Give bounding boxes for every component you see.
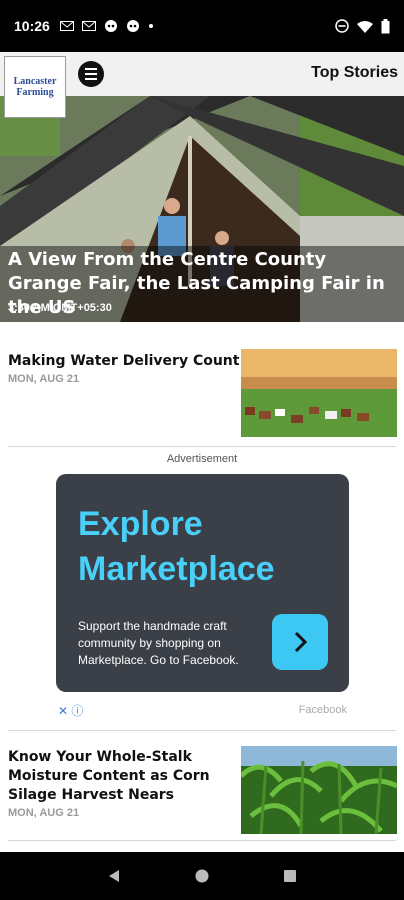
chevron-right-icon bbox=[294, 631, 308, 653]
hero-timestamp: 3:30 AM GMT+05:30 bbox=[8, 302, 112, 314]
menu-icon bbox=[85, 78, 97, 80]
ad-headline-line: Marketplace bbox=[78, 550, 275, 588]
back-icon[interactable] bbox=[106, 868, 122, 884]
menu-icon bbox=[85, 68, 97, 70]
lancaster-farming-logo[interactable]: Lancaster Farming bbox=[4, 56, 66, 118]
home-icon[interactable] bbox=[194, 868, 210, 884]
cows-pasture-photo bbox=[241, 349, 397, 437]
ad-headline-line: Explore bbox=[78, 505, 203, 543]
status-time: 10:26 bbox=[14, 18, 50, 34]
list-item[interactable]: Know Your Whole-Stalk Moisture Content a… bbox=[8, 748, 236, 819]
ad-footer: ✕ ⓘ Facebook bbox=[56, 702, 349, 718]
app-header: Lancaster Farming Top Stories bbox=[0, 52, 404, 118]
divider bbox=[8, 840, 396, 841]
ad-body: Support the handmade craft community by … bbox=[78, 619, 239, 667]
recents-icon[interactable] bbox=[282, 868, 298, 884]
menu-icon bbox=[85, 73, 97, 75]
system-icons bbox=[335, 18, 390, 34]
article-title[interactable]: Know Your Whole-Stalk Moisture Content a… bbox=[8, 748, 236, 805]
ad-cta-button[interactable] bbox=[272, 614, 328, 670]
logo-text: Lancaster bbox=[13, 76, 57, 87]
logo-text: Farming bbox=[16, 87, 54, 98]
chat-icon bbox=[126, 20, 139, 32]
hero-story[interactable]: A View From the Centre County Grange Fai… bbox=[0, 96, 404, 322]
adchoices-icon[interactable]: ✕ ⓘ bbox=[58, 702, 83, 719]
dnd-icon bbox=[335, 19, 349, 33]
wifi-icon bbox=[357, 20, 373, 33]
gmail-icon bbox=[59, 21, 74, 31]
ad-brand: Facebook bbox=[298, 704, 347, 716]
divider bbox=[8, 730, 396, 731]
ad-card[interactable]: Explore Marketplace Support the handmade… bbox=[56, 474, 349, 692]
article-thumbnail[interactable] bbox=[241, 349, 397, 437]
corn-field-photo bbox=[241, 746, 397, 834]
article-date: MON, AUG 21 bbox=[8, 807, 80, 819]
ad-label: Advertisement bbox=[166, 453, 238, 465]
ad-headline[interactable]: Explore Marketplace bbox=[78, 502, 275, 592]
dot-icon bbox=[148, 24, 153, 28]
battery-icon bbox=[381, 18, 390, 33]
article-thumbnail[interactable] bbox=[241, 746, 397, 834]
system-nav-bar bbox=[0, 852, 404, 900]
status-bar: 10:26 bbox=[0, 0, 404, 52]
divider bbox=[8, 446, 396, 447]
menu-button[interactable] bbox=[78, 61, 104, 87]
notification-icons bbox=[59, 19, 154, 33]
gmail-icon bbox=[81, 21, 96, 31]
section-title[interactable]: Top Stories bbox=[311, 64, 398, 82]
chat-icon bbox=[104, 20, 117, 32]
